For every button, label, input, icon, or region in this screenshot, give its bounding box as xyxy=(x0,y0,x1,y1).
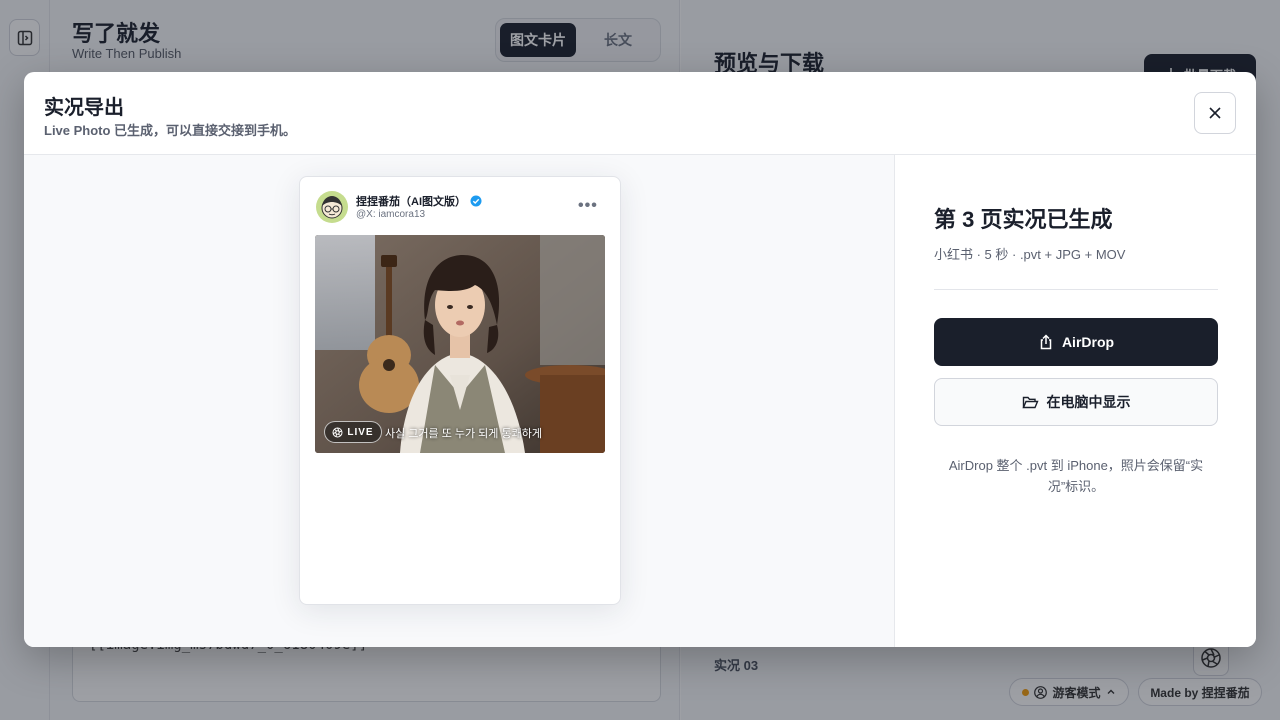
more-options-icon[interactable]: ••• xyxy=(578,197,598,215)
video-subtitle: 사실 그거를 또 누가 되게 통쾌하게 xyxy=(385,428,542,440)
live-photo-frame[interactable]: LIVE 사실 그거를 또 누가 되게 통쾌하게 xyxy=(315,235,605,453)
divider xyxy=(934,289,1218,290)
share-icon xyxy=(1040,334,1052,350)
export-result-panel: 第 3 页实况已生成 小红书 · 5 秒 · .pvt + JPG + MOV … xyxy=(896,155,1256,647)
dialog-title: 实况导出 xyxy=(44,97,124,119)
dialog-header: 实况导出 Live Photo 已生成，可以直接交接到手机。 xyxy=(24,72,1256,155)
live-badge-text: LIVE xyxy=(347,426,374,438)
live-export-dialog: 实况导出 Live Photo 已生成，可以直接交接到手机。 捏捏番茄（AI图文… xyxy=(24,72,1256,647)
post-card-preview: 捏捏番茄（AI图文版） @X: iamcora13 ••• LIVE 사실 그거… xyxy=(299,176,621,605)
airdrop-hint: AirDrop 整个 .pvt 到 iPhone，照片会保留“实况”标识。 xyxy=(948,458,1204,494)
card-author-handle: @X: iamcora13 xyxy=(356,209,426,220)
show-in-finder-label: 在电脑中显示 xyxy=(1046,394,1131,410)
airdrop-button[interactable]: AirDrop xyxy=(934,318,1218,366)
author-name-text: 捏捏番茄（AI图文版） xyxy=(356,196,466,208)
folder-open-icon xyxy=(1021,396,1039,408)
avatar xyxy=(316,191,348,223)
result-title: 第 3 页实况已生成 xyxy=(934,207,1113,232)
close-icon xyxy=(1209,107,1221,119)
card-preview-area: 捏捏番茄（AI图文版） @X: iamcora13 ••• LIVE 사실 그거… xyxy=(24,155,895,647)
live-photo-icon xyxy=(332,427,343,437)
dialog-subtitle: Live Photo 已生成，可以直接交接到手机。 xyxy=(44,123,297,138)
avatar-face-icon xyxy=(321,196,343,219)
live-badge: LIVE xyxy=(324,421,382,443)
result-meta: 小红书 · 5 秒 · .pvt + JPG + MOV xyxy=(934,247,1126,262)
airdrop-label: AirDrop xyxy=(1061,334,1115,350)
close-button[interactable] xyxy=(1194,92,1236,134)
verified-badge-icon xyxy=(470,195,482,207)
card-author-name: 捏捏番茄（AI图文版） xyxy=(356,193,482,209)
show-in-finder-button[interactable]: 在电脑中显示 xyxy=(934,378,1218,426)
